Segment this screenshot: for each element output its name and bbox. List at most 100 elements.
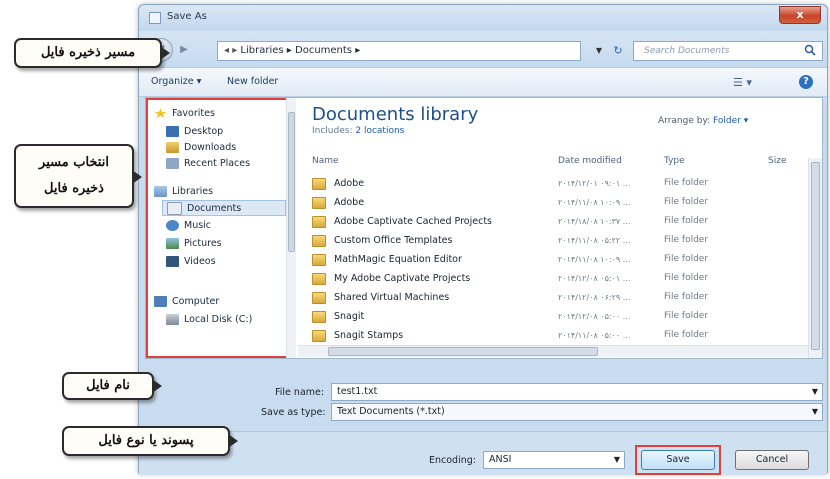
breadcrumb-documents[interactable]: Documents: [295, 45, 352, 56]
search-icon[interactable]: [804, 44, 816, 56]
file-row[interactable]: My Adobe Captivate Projects ۲۰۱۴/۱۲/۰۸ ۰۵…: [312, 269, 812, 288]
file-row[interactable]: Adobe Captivate Cached Projects ۲۰۱۴/۱۸/۰…: [312, 212, 812, 231]
file-list-scroll-thumb[interactable]: [811, 162, 820, 350]
desktop-icon: [166, 126, 179, 137]
save-button[interactable]: Save: [641, 450, 715, 470]
file-date-cell: ۲۰۱۴/۱۱/۰۸ ۱۰:۰۹ ...: [558, 198, 631, 207]
arrange-by[interactable]: Arrange by: Folder ▾: [658, 116, 748, 126]
title-bar[interactable]: Save As x: [139, 5, 827, 31]
nav-favorites[interactable]: Favorites: [154, 106, 215, 122]
file-row[interactable]: Custom Office Templates ۲۰۱۴/۱۱/۰۸ ۰۵:۲۲ …: [312, 231, 812, 250]
file-date-cell: ۲۰۱۴/۱۱/۰۸ ۰۵:۰۰ ...: [558, 331, 631, 340]
browser-pane: Favorites Desktop Downloads Recent Place…: [145, 97, 823, 359]
file-name-cell: MathMagic Equation Editor: [312, 250, 462, 269]
breadcrumb-libraries[interactable]: Libraries: [240, 45, 283, 56]
library-includes: Includes: 2 locations: [312, 126, 405, 136]
file-type-cell: File folder: [664, 197, 709, 207]
file-name-cell: Custom Office Templates: [312, 231, 452, 250]
column-date-modified[interactable]: Date modified: [558, 156, 622, 166]
folder-icon: [312, 253, 326, 266]
forward-button[interactable]: ▶: [175, 42, 193, 58]
address-bar[interactable]: ◂ ▸ Libraries ▸ Documents ▸: [217, 41, 581, 61]
file-name-cell: Snagit: [312, 307, 364, 326]
file-row[interactable]: Snagit Stamps ۲۰۱۴/۱۱/۰۸ ۰۵:۰۰ ... File fo…: [312, 326, 812, 345]
file-name-cell: Adobe: [312, 193, 364, 212]
file-type-cell: File folder: [664, 273, 709, 283]
folder-icon: [312, 272, 326, 285]
callout-file-name: نام فایل: [62, 372, 154, 400]
column-size[interactable]: Size: [768, 156, 786, 166]
nav-libraries[interactable]: Libraries: [154, 184, 213, 200]
breadcrumb-icon: ◂ ▸: [224, 45, 241, 56]
window-icon: [149, 12, 161, 24]
file-row[interactable]: Shared Virtual Machines ۲۰۱۴/۱۲/۰۸ ۰۶:۲۹ …: [312, 288, 812, 307]
close-button[interactable]: x: [779, 6, 821, 24]
search-input[interactable]: Search Documents: [633, 41, 823, 61]
file-name-input[interactable]: test1.txt ▼: [331, 383, 823, 401]
save-type-select[interactable]: Text Documents (*.txt) ▼: [331, 403, 823, 421]
breadcrumb-separator-icon: ▸: [286, 45, 295, 56]
file-row[interactable]: Snagit ۲۰۱۴/۱۲/۰۸ ۰۵:۰۰ ... File folder: [312, 307, 812, 326]
music-icon: [166, 220, 179, 231]
callout-extension: پسوند یا نوع فایل: [62, 426, 230, 456]
file-date-cell: ۲۰۱۴/۱۲/۰۸ ۰۵:۰۰ ...: [558, 312, 631, 321]
horizontal-scroll-thumb[interactable]: [328, 347, 598, 356]
nav-scrollbar[interactable]: [286, 98, 296, 358]
callout-arrow: [228, 434, 238, 448]
organize-menu[interactable]: Organize ▾: [151, 76, 201, 87]
cancel-button[interactable]: Cancel: [735, 450, 809, 470]
nav-documents[interactable]: Documents: [162, 200, 286, 216]
nav-scroll-thumb[interactable]: [288, 112, 295, 252]
search-placeholder: Search Documents: [644, 46, 730, 56]
file-type-cell: File folder: [664, 178, 709, 188]
column-type[interactable]: Type: [664, 156, 685, 166]
nav-pictures[interactable]: Pictures: [166, 236, 222, 252]
nav-videos[interactable]: Videos: [166, 254, 216, 270]
libraries-icon: [154, 186, 167, 197]
file-date-cell: ۲۰۱۴/۱۲/۰۸ ۰۵:۰۱ ...: [558, 274, 631, 283]
view-icon[interactable]: ☰ ▾: [733, 76, 752, 89]
file-date-cell: ۲۰۱۴/۱۲/۰۱ ۰۹:۰۱ ...: [558, 179, 631, 188]
column-name[interactable]: Name: [312, 156, 339, 166]
file-date-cell: ۲۰۱۴/۱۲/۰۸ ۰۶:۲۹ ...: [558, 293, 631, 302]
nav-music[interactable]: Music: [166, 218, 211, 234]
locations-link[interactable]: 2 locations: [355, 126, 404, 136]
file-date-cell: ۲۰۱۴/۱۱/۰۸ ۰۵:۲۲ ...: [558, 236, 631, 245]
nav-local-disk[interactable]: Local Disk (C:): [166, 312, 252, 328]
new-folder-button[interactable]: New folder: [227, 76, 278, 87]
file-list-pane: Documents library Includes: 2 locations …: [298, 98, 824, 358]
refresh-icon[interactable]: ↻: [609, 41, 627, 61]
address-dropdown-icon[interactable]: ▼: [591, 41, 607, 61]
encoding-dropdown-icon[interactable]: ▼: [614, 452, 620, 468]
file-type-cell: File folder: [664, 330, 709, 340]
callout-arrow: [160, 46, 170, 60]
arrange-by-value[interactable]: Folder ▾: [713, 116, 748, 126]
folder-icon: [312, 196, 326, 209]
file-row[interactable]: MathMagic Equation Editor ۲۰۱۴/۱۱/۰۸ ۱۰:۰…: [312, 250, 812, 269]
file-date-cell: ۲۰۱۴/۱۸/۰۸ ۱۰:۳۷ ...: [558, 217, 631, 226]
horizontal-scrollbar[interactable]: [298, 345, 808, 357]
save-type-dropdown-icon[interactable]: ▼: [812, 404, 818, 420]
address-row: ▶ ◂ ▸ Libraries ▸ Documents ▸ ▼ ↻ Search…: [139, 31, 827, 67]
encoding-label: Encoding:: [429, 455, 476, 466]
nav-computer[interactable]: Computer: [154, 294, 219, 310]
file-type-cell: File folder: [664, 311, 709, 321]
nav-downloads[interactable]: Downloads: [166, 140, 236, 156]
folder-icon: [312, 291, 326, 304]
encoding-select[interactable]: ANSI ▼: [483, 451, 625, 469]
file-date-cell: ۲۰۱۴/۱۱/۰۸ ۱۰:۰۹ ...: [558, 255, 631, 264]
file-row[interactable]: Adobe ۲۰۱۴/۱۱/۰۸ ۱۰:۰۹ ... File folder: [312, 193, 812, 212]
help-icon[interactable]: ?: [799, 75, 813, 89]
callout-choose-path: انتخاب مسیر ذخیره فایل: [14, 144, 134, 208]
documents-icon: [167, 202, 182, 215]
file-name-dropdown-icon[interactable]: ▼: [812, 384, 818, 400]
file-row[interactable]: Adobe ۲۰۱۴/۱۲/۰۱ ۰۹:۰۱ ... File folder: [312, 174, 812, 193]
nav-recent-places[interactable]: Recent Places: [166, 156, 250, 172]
nav-desktop[interactable]: Desktop: [166, 124, 223, 140]
file-list-scrollbar[interactable]: [808, 158, 822, 358]
downloads-icon: [166, 142, 179, 153]
file-name-label: File name:: [275, 387, 325, 398]
folder-icon: [312, 215, 326, 228]
breadcrumb-separator-icon: ▸: [355, 45, 361, 56]
videos-icon: [166, 256, 179, 267]
